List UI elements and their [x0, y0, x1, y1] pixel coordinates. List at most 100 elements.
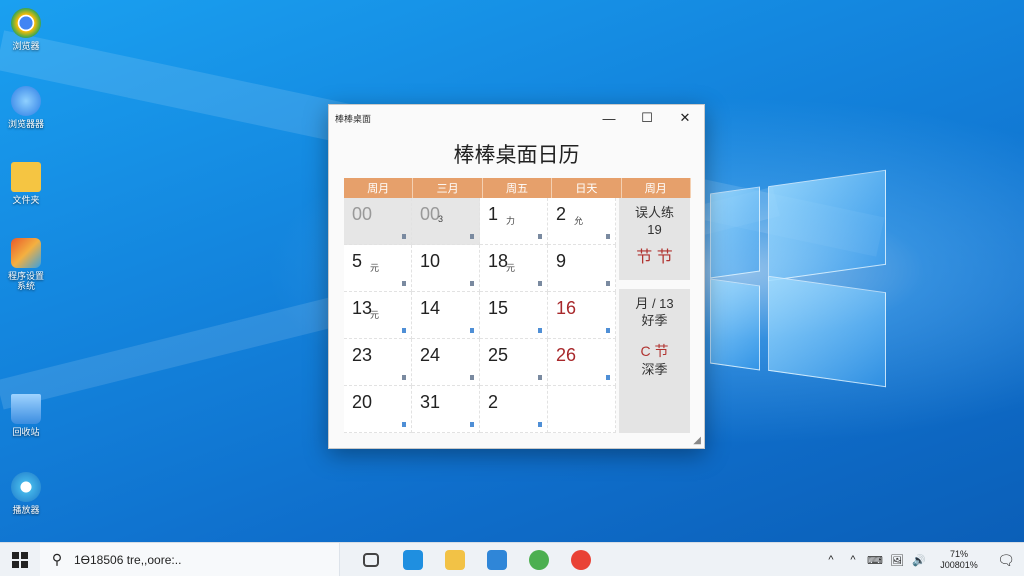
calendar-day-cell[interactable]: 00 [344, 198, 412, 245]
search-box[interactable]: ⚲ 1Ɵ18506 tre,,oore:.. [40, 542, 340, 576]
maximize-button[interactable]: ☐ [628, 105, 666, 131]
resize-grip-icon[interactable]: ◢ [693, 435, 701, 446]
calendar-window: 棒棒桌面 — ☐ ✕ 棒棒桌面日历 周月 三月 周五 日天 周月 00 00 3 1 力… [328, 104, 705, 449]
event-marker-icon [470, 281, 474, 286]
calendar-day-cell[interactable]: 2 [480, 386, 548, 433]
calendar-day-cell[interactable]: 23 [344, 339, 412, 386]
festival-panel-bottom: 月 / 13 好季 C 节 深季 [619, 289, 690, 433]
volume-icon[interactable]: 🔊 [908, 554, 930, 567]
desktop-icon-chrome[interactable]: 浏览器 [4, 8, 48, 51]
weekday-header: 周月 三月 周五 日天 周月 [344, 178, 691, 198]
day-number: 25 [488, 345, 509, 365]
window-title: 棒棒桌面 [335, 113, 372, 124]
calendar-day-cell[interactable]: 24 [412, 339, 480, 386]
calendar-day-cell[interactable]: 20 [344, 386, 412, 433]
calendar-day-cell[interactable]: 25 [480, 339, 548, 386]
event-marker-icon [538, 281, 542, 286]
calendar-day-cell[interactable]: 1力 [480, 198, 548, 245]
chevron-up-icon[interactable]: ^ [842, 554, 864, 566]
taskbar-app-chrome[interactable] [560, 543, 602, 576]
day-cells: 00 00 3 1 力 2 允 5 元 10 18 元 9 13 元 14 15 16 23 24 25 26 20 31 2 [344, 198, 616, 433]
event-marker-icon [402, 281, 406, 286]
close-button[interactable]: ✕ [666, 105, 704, 131]
taskbar-app-store[interactable] [476, 543, 518, 576]
desktop-icon-label: 浏览器 [12, 41, 40, 51]
weekday-label: 周月 [621, 178, 691, 198]
festival-label[interactable]: 节 节 [619, 248, 690, 268]
day-sublabel: 3 [438, 214, 444, 224]
weekday-label: 三月 [413, 178, 483, 198]
desktop-icon-folder[interactable]: 文件夹 [4, 162, 48, 205]
festival-panel-top: 误人练 19 节 节 [619, 198, 690, 280]
day-sublabel: 元 [370, 310, 380, 320]
desktop-icon-media[interactable]: 播放器 [4, 472, 48, 515]
desktop-icon-browser[interactable]: 浏览器器 [4, 86, 48, 129]
day-number: 14 [420, 298, 441, 318]
calendar-day-cell[interactable] [548, 386, 616, 433]
calendar-day-cell[interactable]: 00 3 [412, 198, 480, 245]
window-titlebar[interactable]: 棒棒桌面 — ☐ ✕ [329, 105, 704, 131]
desktop-icon-recycle[interactable]: 回收站 [4, 394, 48, 437]
weekday-label: 周五 [482, 178, 553, 198]
day-number: 10 [420, 251, 441, 271]
day-sublabel: 元 [370, 263, 380, 273]
taskbar-app-edge[interactable] [392, 543, 434, 576]
windows-icon [12, 551, 28, 568]
calendar-day-cell[interactable]: 15 [480, 292, 548, 339]
weekday-label: 周月 [344, 178, 414, 198]
event-marker-icon [606, 375, 610, 380]
event-marker-icon [606, 234, 610, 239]
recycle-bin-icon [11, 394, 41, 424]
store-icon [487, 550, 507, 570]
event-marker-icon [538, 328, 542, 333]
day-number: 5 [352, 251, 363, 271]
calendar-day-cell[interactable]: 13 元 [344, 292, 412, 339]
event-marker-icon [402, 375, 406, 380]
notification-icon[interactable]: 🗨 [988, 552, 1024, 569]
keyboard-icon[interactable]: ⌨ [864, 554, 886, 567]
show-hidden-icons-icon[interactable]: ^ [820, 554, 842, 566]
desktop-icon-label: 回收站 [12, 427, 40, 437]
clock[interactable]: 71% J00801% [930, 549, 988, 571]
clock-line: 71% [949, 549, 968, 559]
clock-line: J00801% [940, 560, 978, 570]
event-marker-icon [470, 422, 474, 427]
taskbar-app-maps[interactable] [518, 543, 560, 576]
calendar-day-cell[interactable]: 18 元 [480, 245, 548, 292]
calendar-day-cell[interactable]: 16 [548, 292, 616, 339]
windows-wallpaper-logo [700, 160, 900, 390]
calendar-day-cell[interactable]: 5元 [344, 245, 412, 292]
picture-icon[interactable]: 🖼 [886, 554, 908, 567]
festival-text: 19 [647, 222, 662, 237]
festival-label[interactable]: C 节 [619, 341, 690, 361]
chrome-icon [571, 550, 591, 570]
file-explorer-icon [445, 550, 465, 570]
calendar-week-row: 5 元 10 18 元 9 [344, 245, 616, 292]
calendar-day-cell[interactable]: 10 [412, 245, 480, 292]
calendar-week-row: 20 31 2 [344, 386, 616, 433]
calendar-week-row: 00 00 3 1 力 2 允 [344, 198, 616, 245]
event-marker-icon [538, 375, 542, 380]
search-icon: ⚲ [51, 551, 63, 567]
day-number: 26 [556, 345, 577, 365]
calendar-day-cell[interactable]: 31 [412, 386, 480, 433]
desktop-icon-app[interactable]: 程序设置 系统 [4, 238, 48, 291]
event-marker-icon [470, 328, 474, 333]
calendar-week-row: 13 元 14 15 16 [344, 292, 616, 339]
calendar-day-cell[interactable]: 9 [548, 245, 616, 292]
calendar-day-cell[interactable]: 26 [548, 339, 616, 386]
desktop: 浏览器 浏览器器 文件夹 程序设置 系统 回收站 播放器 棒棒桌面 — ☐ ✕ … [0, 0, 1024, 542]
calendar-day-cell[interactable]: 2允 [548, 198, 616, 245]
edge-icon [403, 550, 423, 570]
taskbar-app-task-view[interactable] [350, 543, 392, 576]
minimize-button[interactable]: — [590, 105, 628, 131]
search-text: 1Ɵ18506 tre,,oore:.. [74, 552, 182, 567]
event-marker-icon [606, 281, 610, 286]
weekday-label: 日天 [552, 178, 622, 198]
taskbar-app-file-explorer[interactable] [434, 543, 476, 576]
start-button[interactable] [0, 543, 40, 576]
calendar-day-cell[interactable]: 14 [412, 292, 480, 339]
desktop-icon-label: 程序设置 系统 [7, 271, 44, 291]
media-player-icon [11, 472, 41, 502]
taskbar: ⚲ 1Ɵ18506 tre,,oore:.. ^ ^ ⌨ 🖼 🔊 71% J00… [0, 542, 1024, 576]
